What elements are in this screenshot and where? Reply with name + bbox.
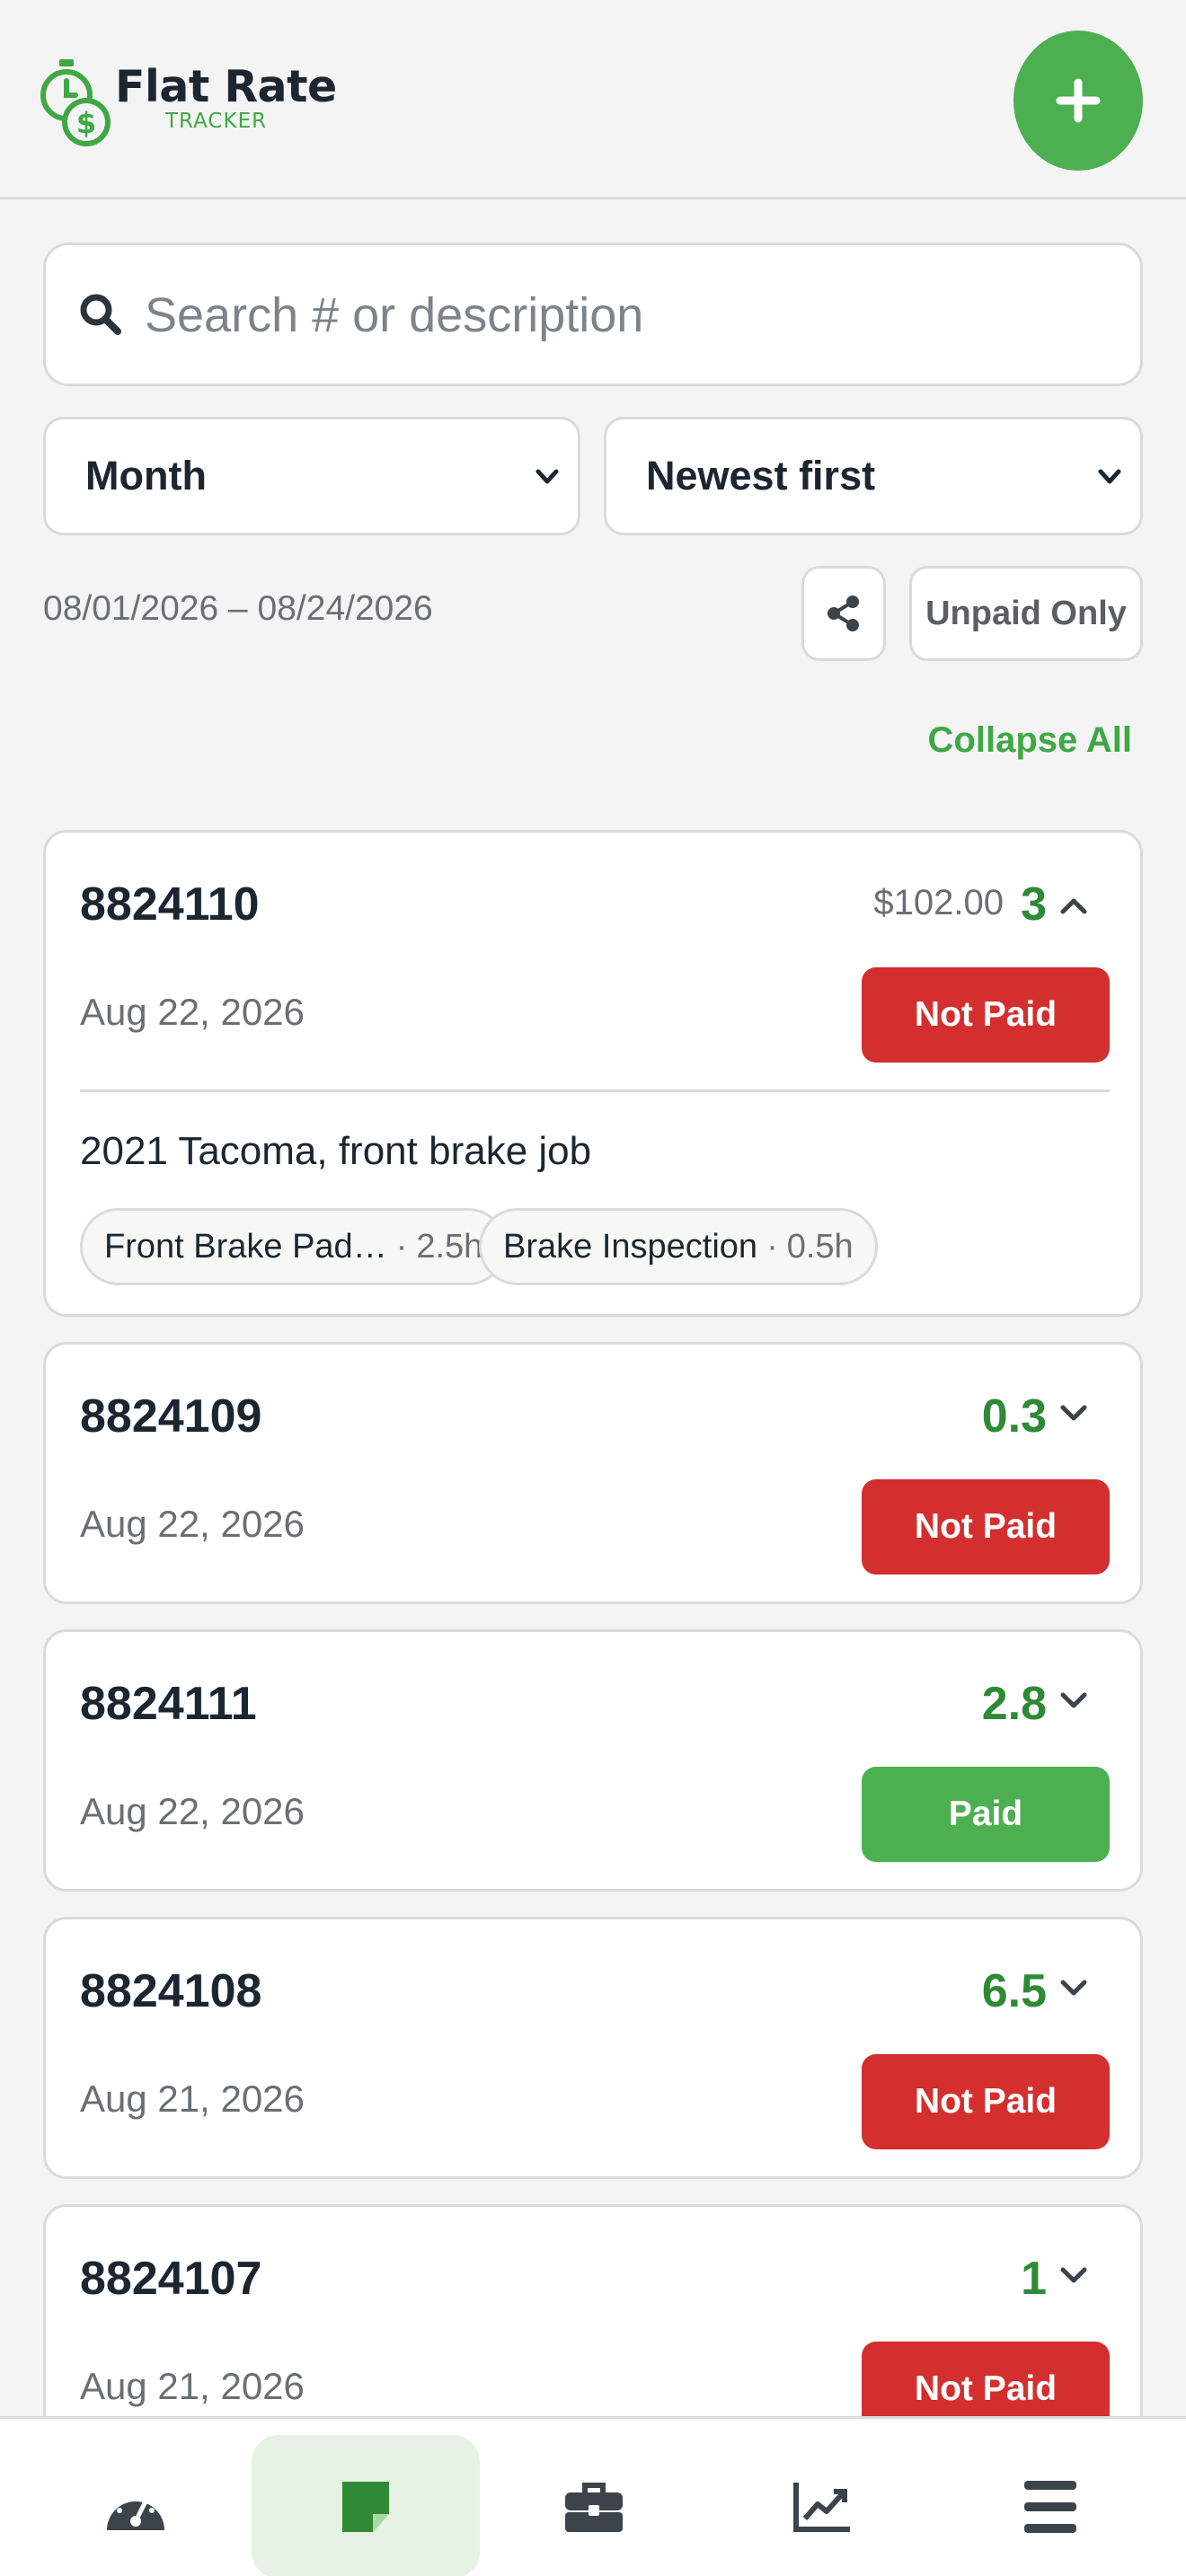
- repair-order-card[interactable]: 8824109 0.3 Aug 22, 2026 Not Paid: [43, 1342, 1143, 1604]
- order-description: 2021 Tacoma, front brake job: [80, 1129, 592, 1173]
- order-date: Aug 22, 2026: [80, 1790, 305, 1832]
- repair-order-card[interactable]: 8824108 6.5 Aug 21, 2026 Not Paid: [43, 1917, 1143, 2179]
- sort-select-value: Newest first: [646, 453, 876, 498]
- order-hours: 3: [1021, 878, 1047, 931]
- job-name: Front Brake Pad…: [104, 1227, 387, 1266]
- nav-repair-orders[interactable]: [252, 2435, 480, 2576]
- logo-subtitle: TRACKER: [165, 110, 268, 133]
- share-button[interactable]: [801, 566, 886, 661]
- repair-order-card[interactable]: 8824110 $102.00 3 Aug 22, 2026 Not Paid …: [43, 830, 1143, 1317]
- search-input[interactable]: [145, 272, 1115, 358]
- order-date: Aug 22, 2026: [80, 1503, 305, 1545]
- chevron-down-icon[interactable]: [1056, 1972, 1092, 2004]
- dashboard-gauge-icon: [107, 2490, 164, 2530]
- payment-status-badge[interactable]: Not Paid: [862, 1479, 1110, 1575]
- order-hours: 1: [1021, 2253, 1047, 2305]
- repair-orders-icon: [342, 2482, 389, 2532]
- toolbox-icon: [565, 2483, 623, 2532]
- nav-jobs[interactable]: [480, 2435, 708, 2576]
- period-select-value: Month: [85, 453, 207, 498]
- order-number: 8824108: [80, 1965, 262, 2017]
- payment-status-badge[interactable]: Not Paid: [862, 967, 1110, 1063]
- chevron-down-icon[interactable]: [1056, 1397, 1092, 1429]
- order-number: 8824109: [80, 1390, 262, 1442]
- unpaid-only-toggle[interactable]: Unpaid Only: [909, 566, 1143, 661]
- chip-separator: ·: [766, 1227, 778, 1266]
- collapse-all-link[interactable]: Collapse All: [928, 720, 1132, 761]
- chevron-down-icon[interactable]: [1056, 2259, 1092, 2291]
- job-chip[interactable]: Front Brake Pad… · 2.5h: [80, 1208, 508, 1285]
- chevron-down-icon[interactable]: [1056, 1684, 1092, 1716]
- job-name: Brake Inspection: [503, 1227, 758, 1266]
- nav-reports[interactable]: [708, 2435, 936, 2576]
- job-hours: 0.5h: [786, 1227, 854, 1266]
- app-logo: $ Flat Rate TRACKER: [40, 56, 337, 149]
- order-date: Aug 21, 2026: [80, 2078, 305, 2120]
- menu-icon: [1024, 2481, 1076, 2533]
- search-icon: [80, 294, 121, 335]
- order-hours: 2.8: [981, 1678, 1047, 1730]
- card-divider: [80, 1090, 1110, 1092]
- order-amount: $102.00: [873, 883, 1004, 922]
- sort-select[interactable]: Newest first: [604, 417, 1143, 535]
- payment-status-badge[interactable]: Not Paid: [862, 2054, 1110, 2149]
- job-chip[interactable]: Brake Inspection · 0.5h: [479, 1208, 878, 1285]
- payment-status-badge[interactable]: Paid: [862, 1767, 1110, 1862]
- chevron-down-icon: [535, 469, 559, 484]
- job-hours: 2.5h: [416, 1227, 483, 1266]
- app-header: $ Flat Rate TRACKER: [0, 0, 1186, 199]
- nav-menu[interactable]: [936, 2435, 1164, 2576]
- order-date: Aug 22, 2026: [80, 991, 305, 1033]
- logo-title: Flat Rate: [115, 61, 337, 112]
- order-hours: 6.5: [981, 1965, 1047, 2017]
- plus-icon: [1056, 78, 1101, 123]
- order-number: 8824107: [80, 2253, 262, 2305]
- order-number: 8824111: [80, 1678, 257, 1730]
- order-hours: 0.3: [981, 1390, 1047, 1442]
- search-box: [43, 243, 1143, 386]
- period-select[interactable]: Month: [43, 417, 580, 535]
- nav-dashboard[interactable]: [22, 2435, 250, 2576]
- chevron-down-icon: [1098, 469, 1121, 484]
- stopwatch-dollar-icon: $: [40, 59, 111, 146]
- date-range-label: 08/01/2026 – 08/24/2026: [43, 589, 433, 628]
- add-repair-order-button[interactable]: [1013, 31, 1143, 171]
- order-date: Aug 21, 2026: [80, 2365, 305, 2407]
- share-icon: [828, 595, 859, 631]
- chevron-up-icon[interactable]: [1056, 890, 1092, 922]
- chart-icon: [793, 2483, 850, 2532]
- order-number: 8824110: [80, 878, 260, 931]
- repair-order-card[interactable]: 8824111 2.8 Aug 22, 2026 Paid: [43, 1629, 1143, 1892]
- bottom-navigation: [0, 2416, 1186, 2576]
- chip-separator: ·: [395, 1227, 408, 1266]
- svg-text:$: $: [76, 106, 96, 140]
